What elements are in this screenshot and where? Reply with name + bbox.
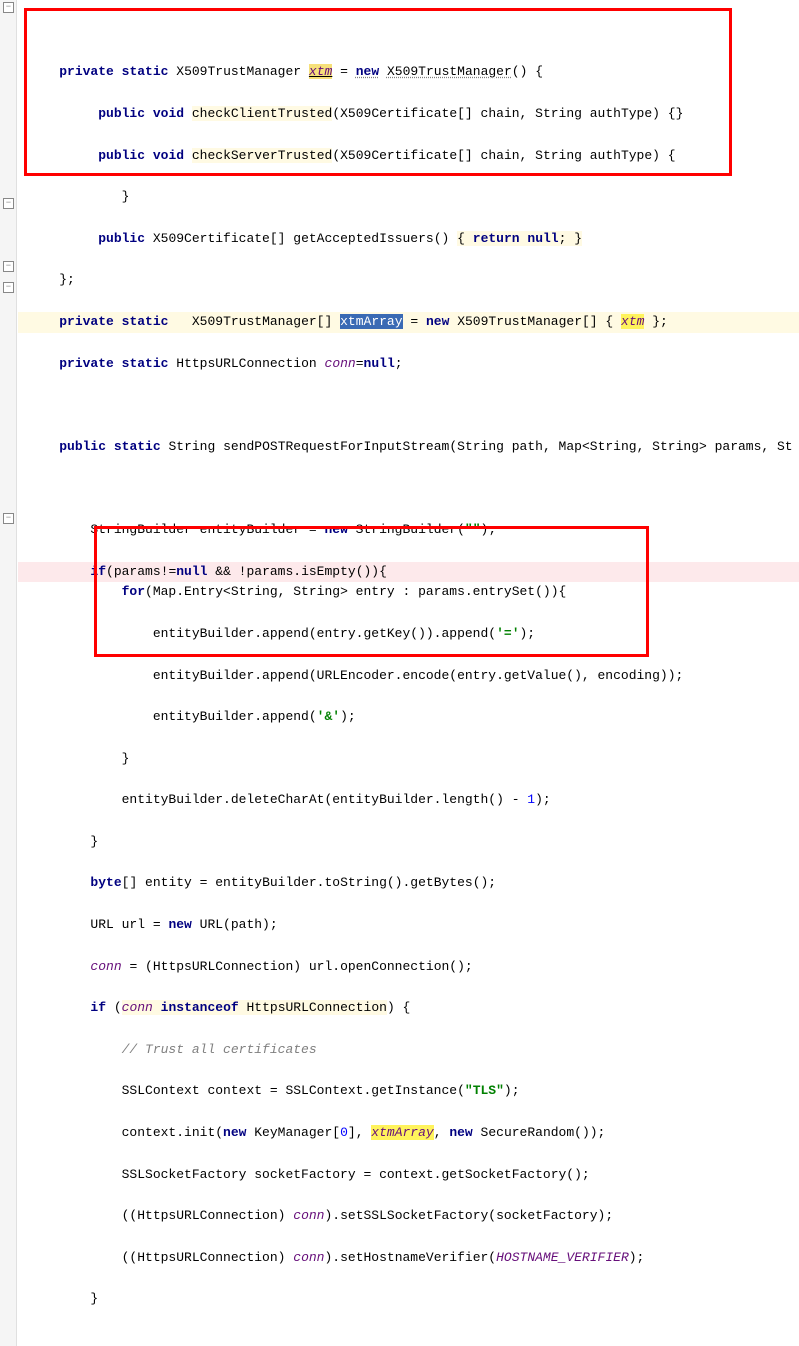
code-line[interactable]: entityBuilder.append(URLEncoder.encode(e…	[18, 666, 799, 687]
code-line[interactable]: entityBuilder.deleteCharAt(entityBuilder…	[18, 790, 799, 811]
code-editor[interactable]: − − − − − private static X509TrustManage…	[0, 0, 799, 1346]
code-line[interactable]: SSLContext context = SSLContext.getInsta…	[18, 1081, 799, 1102]
code-line[interactable]	[18, 395, 799, 416]
code-line[interactable]: public void checkServerTrusted(X509Certi…	[18, 146, 799, 167]
fold-toggle[interactable]: −	[3, 261, 14, 272]
code-line[interactable]: entityBuilder.append(entry.getKey()).app…	[18, 624, 799, 645]
code-line[interactable]: };	[18, 270, 799, 291]
code-line[interactable]: if (conn instanceof HttpsURLConnection) …	[18, 998, 799, 1019]
fold-toggle[interactable]: −	[3, 513, 14, 524]
code-line[interactable]: // Trust all certificates	[18, 1040, 799, 1061]
code-line[interactable]: private static X509TrustManager xtm = ne…	[18, 62, 799, 83]
code-line[interactable]: public void checkClientTrusted(X509Certi…	[18, 104, 799, 125]
code-line[interactable]: ((HttpsURLConnection) conn).setSSLSocket…	[18, 1206, 799, 1227]
fold-toggle[interactable]: −	[3, 198, 14, 209]
code-line[interactable]: }	[18, 187, 799, 208]
code-line[interactable]: public X509Certificate[] getAcceptedIssu…	[18, 229, 799, 250]
code-line[interactable]: byte[] entity = entityBuilder.toString()…	[18, 873, 799, 894]
code-line[interactable]	[18, 478, 799, 499]
code-line[interactable]: private static X509TrustManager[] xtmArr…	[18, 312, 799, 333]
code-line[interactable]: }	[18, 1289, 799, 1310]
code-line[interactable]: SSLSocketFactory socketFactory = context…	[18, 1165, 799, 1186]
code-line[interactable]: StringBuilder entityBuilder = new String…	[18, 520, 799, 541]
code-line[interactable]: entityBuilder.append('&');	[18, 707, 799, 728]
fold-toggle[interactable]: −	[3, 2, 14, 13]
code-line[interactable]: conn = (HttpsURLConnection) url.openConn…	[18, 957, 799, 978]
code-line[interactable]: for(Map.Entry<String, String> entry : pa…	[18, 582, 799, 603]
code-line[interactable]: }	[18, 749, 799, 770]
code-line[interactable]: if(params!=null && !params.isEmpty()){	[18, 562, 799, 583]
code-line[interactable]: ((HttpsURLConnection) conn).setHostnameV…	[18, 1248, 799, 1269]
code-line[interactable]: URL url = new URL(path);	[18, 915, 799, 936]
gutter: − − − − −	[0, 0, 17, 1346]
fold-toggle[interactable]: −	[3, 282, 14, 293]
code-line[interactable]: public static String sendPOSTRequestForI…	[18, 437, 799, 458]
code-line[interactable]: private static HttpsURLConnection conn=n…	[18, 354, 799, 375]
code-line[interactable]: context.init(new KeyManager[0], xtmArray…	[18, 1123, 799, 1144]
code-line[interactable]: }	[18, 832, 799, 853]
